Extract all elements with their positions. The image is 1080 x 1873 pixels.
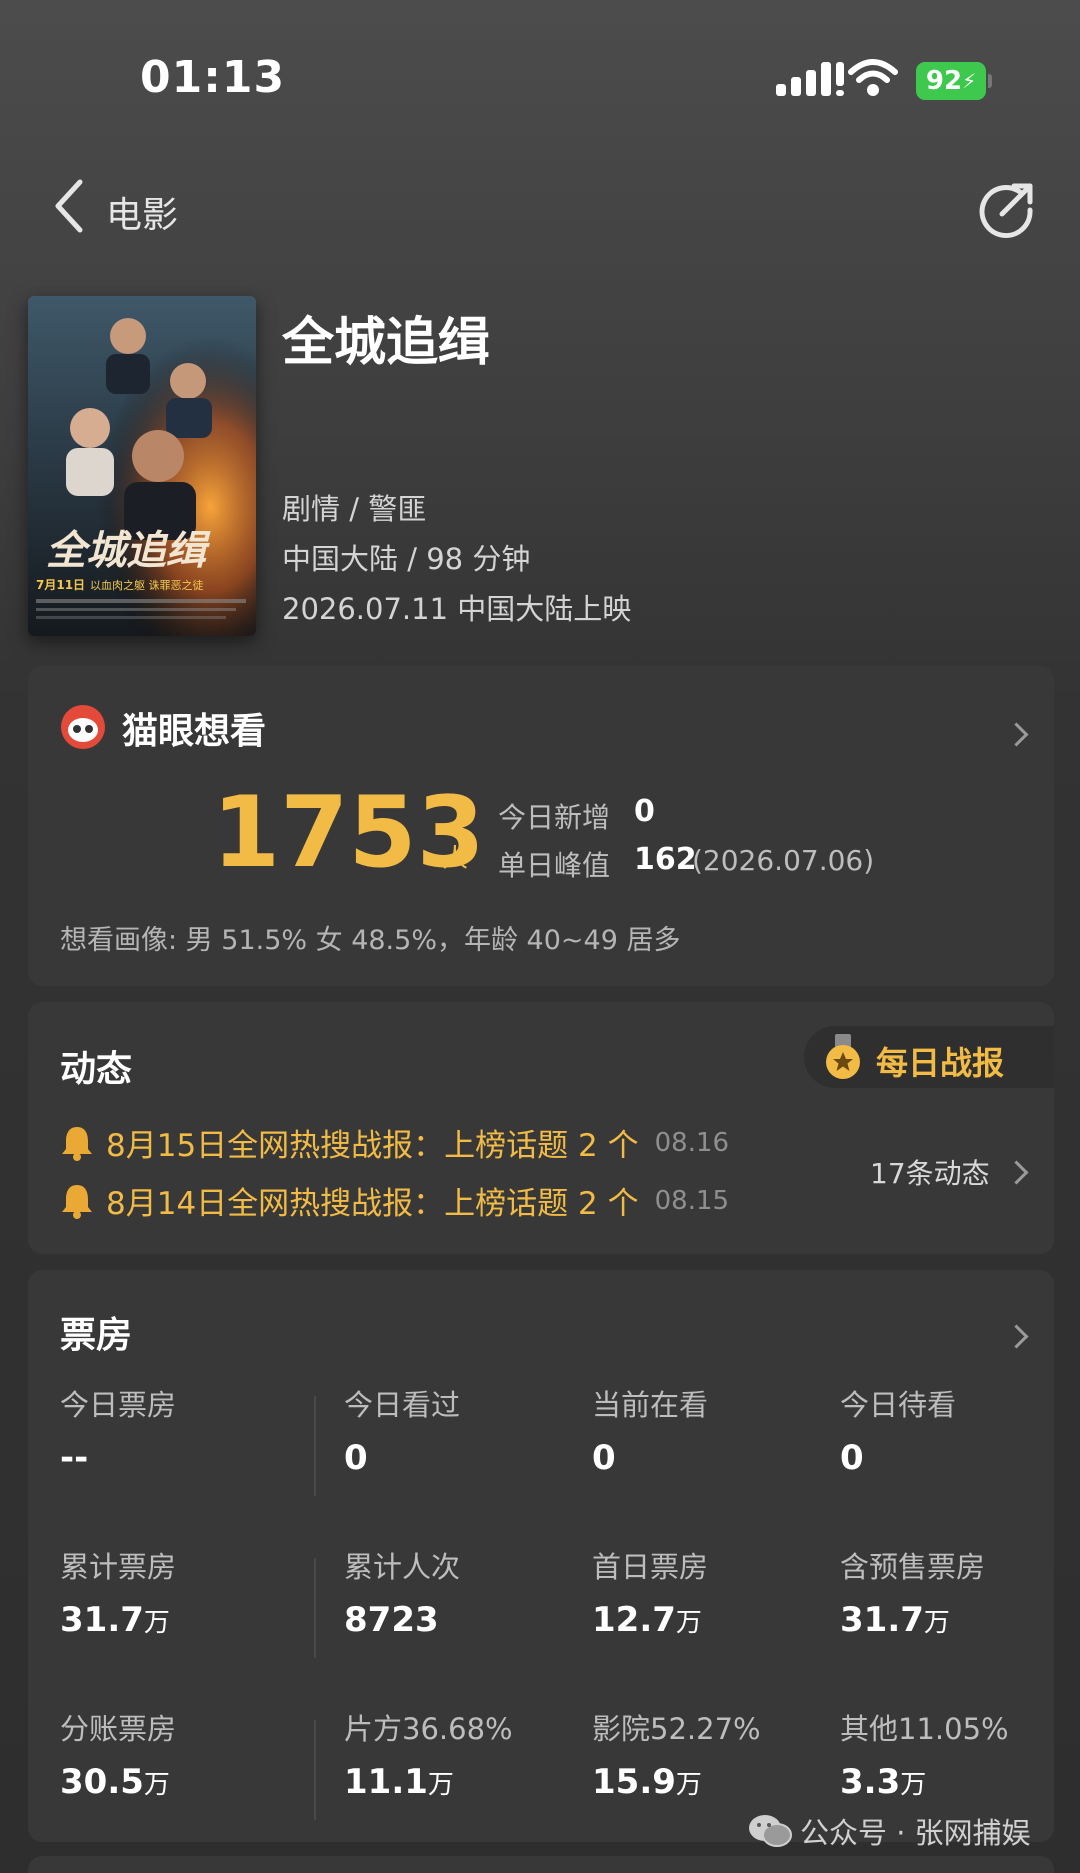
bell-icon — [62, 1184, 92, 1219]
movie-genre: 剧情 / 警匪 — [282, 492, 427, 526]
stat-label: 其他11.05% — [840, 1712, 1009, 1746]
stat-value: 12.7万 — [592, 1600, 702, 1640]
stat-value: 8723 — [344, 1600, 439, 1640]
wechat-icon — [749, 1815, 792, 1847]
stat-label: 分账票房 — [60, 1712, 177, 1746]
stat-label: 今日待看 — [840, 1388, 957, 1422]
today-new-value: 0 — [634, 794, 655, 829]
want-profile: 想看画像: 男 51.5% 女 48.5%，年龄 40~49 居多 — [60, 925, 681, 956]
watermark: 公众号 · 张网捕娱 — [748, 1810, 1031, 1852]
nav-back-label[interactable]: 电影 — [106, 186, 178, 238]
news-item-date: 08.16 — [654, 1127, 730, 1158]
stat-value: 0 — [344, 1438, 368, 1478]
watermark-text: 公众号 · 张网捕娱 — [800, 1816, 1031, 1850]
battery-indicator: 92 ⚡ — [916, 62, 986, 100]
news-card[interactable]: 动态 每日战报 8月15日全网热搜战报：上榜话题 2 个 08.16 8月14日… — [28, 1002, 1054, 1254]
more-news-link[interactable]: 17条动态 — [870, 1152, 990, 1192]
back-arrow-icon[interactable] — [52, 178, 86, 234]
stat-label: 累计人次 — [344, 1550, 461, 1584]
daily-peak-value: 162 — [634, 842, 697, 877]
stat-value: 11.1万 — [344, 1762, 454, 1802]
stat-label: 含预售票房 — [840, 1550, 986, 1584]
column-divider — [314, 1720, 316, 1820]
stat-value: -- — [60, 1438, 89, 1478]
today-new-label: 今日新增 — [498, 801, 611, 834]
stat-label: 片方36.68% — [344, 1712, 513, 1746]
column-divider — [314, 1558, 316, 1658]
wifi-icon — [848, 59, 898, 96]
movie-title: 全城追缉 — [282, 313, 491, 373]
stat-value: 31.7万 — [840, 1600, 950, 1640]
chevron-right-icon[interactable] — [1004, 722, 1029, 747]
stat-label: 今日票房 — [60, 1388, 177, 1422]
daily-peak-date: (2026.07.06) — [692, 844, 875, 877]
share-icon[interactable] — [976, 180, 1036, 240]
bell-icon — [62, 1126, 92, 1161]
next-card-peek — [28, 1856, 1054, 1873]
box-office-header: 票房 — [60, 1315, 133, 1356]
maoyan-cat-icon — [61, 705, 105, 749]
daily-report-label: 每日战报 — [876, 1044, 1005, 1082]
stat-value: 0 — [592, 1438, 616, 1478]
want-to-see-card[interactable]: 猫眼想看 1753 人 今日新增 0 单日峰值 162 (2026.07.06)… — [28, 666, 1054, 986]
stat-value: 3.3万 — [840, 1762, 927, 1802]
daily-report-button[interactable]: 每日战报 — [804, 1026, 1054, 1088]
news-item-date: 08.15 — [654, 1185, 730, 1216]
stat-label: 今日看过 — [344, 1388, 461, 1422]
status-time: 01:13 — [140, 52, 286, 103]
stat-value: 31.7万 — [60, 1600, 170, 1640]
battery-tip — [988, 74, 992, 88]
svg-text:全城追缉: 全城追缉 — [46, 527, 211, 574]
daily-peak-label: 单日峰值 — [498, 849, 611, 882]
news-header: 动态 — [60, 1049, 133, 1090]
stat-label: 首日票房 — [592, 1550, 709, 1584]
stat-value: 30.5万 — [60, 1762, 170, 1802]
movie-region-duration: 中国大陆 / 98 分钟 — [282, 542, 531, 576]
chevron-right-icon[interactable] — [1004, 1324, 1029, 1349]
column-divider — [314, 1396, 316, 1496]
stat-label: 累计票房 — [60, 1550, 177, 1584]
movie-release-date: 2026.07.11 中国大陆上映 — [282, 592, 632, 626]
want-count-unit: 人 — [442, 844, 469, 874]
news-item-text: 8月14日全网热搜战报：上榜话题 2 个 — [106, 1186, 639, 1222]
stat-value: 15.9万 — [592, 1762, 702, 1802]
box-office-card[interactable]: 票房 今日票房 -- 今日看过 0 当前在看 0 今日待看 0 累计票房 31.… — [28, 1270, 1054, 1842]
news-item[interactable]: 8月14日全网热搜战报：上榜话题 2 个 08.15 — [60, 1178, 729, 1223]
news-item[interactable]: 8月15日全网热搜战报：上榜话题 2 个 08.16 — [60, 1120, 729, 1165]
svg-text:以血肉之躯 诛罪恶之徒: 以血肉之躯 诛罪恶之徒 — [90, 578, 204, 592]
svg-text:7月11日: 7月11日 — [36, 578, 85, 592]
stat-label: 影院52.27% — [592, 1712, 761, 1746]
medal-icon — [826, 1034, 860, 1079]
movie-poster[interactable]: 全城追缉 7月11日 以血肉之躯 诛罪恶之徒 — [28, 296, 256, 636]
stat-label: 当前在看 — [592, 1388, 709, 1422]
stat-value: 0 — [840, 1438, 864, 1478]
cellular-signal-icon — [776, 62, 844, 96]
want-header: 猫眼想看 — [122, 711, 267, 752]
news-item-text: 8月15日全网热搜战报：上榜话题 2 个 — [106, 1128, 639, 1164]
chevron-right-icon[interactable] — [1004, 1160, 1029, 1185]
